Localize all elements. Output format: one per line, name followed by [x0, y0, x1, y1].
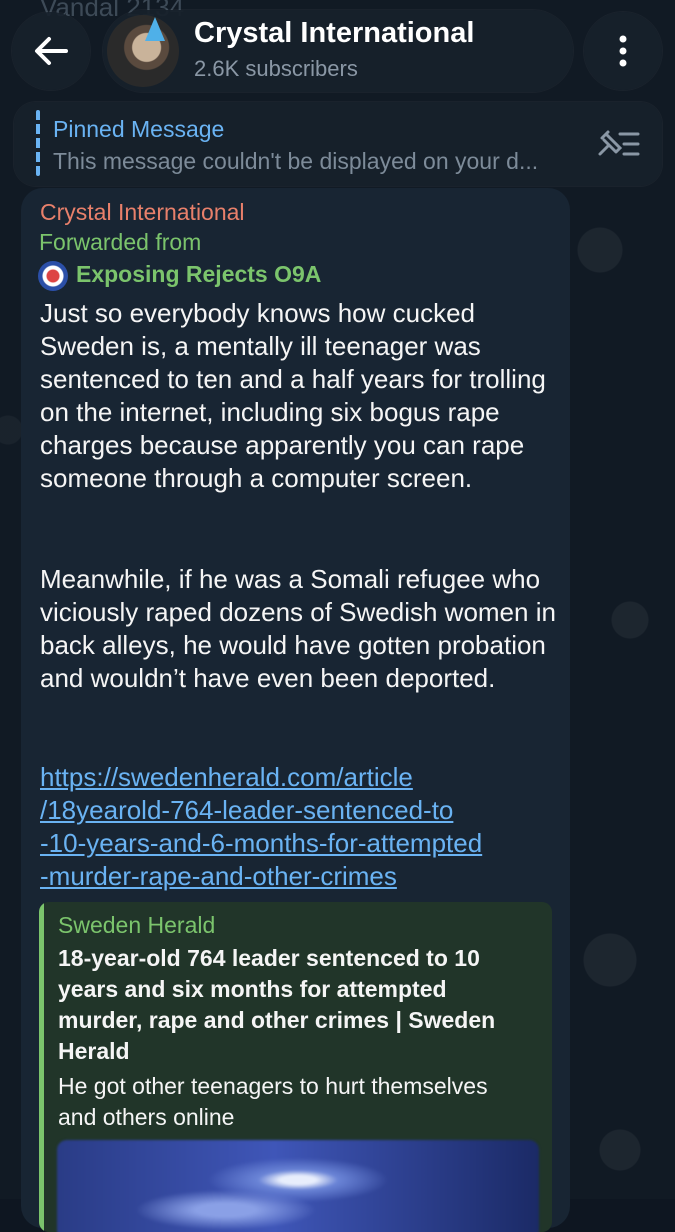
article-link[interactable]: https://swedenherald.com/article /18year…	[40, 761, 560, 893]
preview-title: 18-year-old 764 leader sentenced to 10 y…	[58, 945, 496, 1064]
preview-image[interactable]	[57, 1140, 539, 1232]
sender-name[interactable]: Crystal International	[40, 199, 245, 226]
channel-avatar[interactable]	[107, 15, 179, 87]
preview-description: He got other teenagers to hurt themselve…	[58, 1073, 488, 1130]
subscriber-count: 2.6K subscribers	[194, 56, 358, 81]
party-hat-decoration	[145, 17, 165, 41]
message-paragraph-2: Meanwhile, if he was a Somali refugee wh…	[40, 564, 556, 693]
unpin-list-icon[interactable]	[594, 126, 642, 162]
message-bubble[interactable]: Crystal International Forwarded from Exp…	[21, 188, 570, 1232]
arrow-left-icon	[35, 37, 68, 65]
pinned-message-bar[interactable]: Pinned Message This message couldn't be …	[14, 102, 662, 186]
forwarded-source-avatar[interactable]	[38, 261, 68, 291]
more-options-button[interactable]	[584, 12, 662, 90]
pinned-title: Pinned Message	[53, 116, 225, 142]
preview-site-name: Sweden Herald	[58, 912, 216, 938]
channel-title: Crystal International	[194, 17, 475, 49]
link-preview[interactable]: Sweden Herald 18-year-old 764 leader sen…	[39, 902, 552, 1232]
message-paragraph-1: Just so everybody knows how cucked Swede…	[40, 298, 546, 493]
chat-header[interactable]: Crystal International 2.6K subscribers	[103, 10, 573, 92]
pinned-text: This message couldn't be displayed on yo…	[53, 148, 539, 174]
preview-accent-bar	[39, 902, 44, 1232]
forwarded-label: Forwarded from	[39, 229, 202, 255]
back-button[interactable]	[12, 12, 90, 90]
forwarded-source-name[interactable]: Exposing Rejects O9A	[76, 261, 321, 288]
more-vertical-icon	[619, 35, 627, 67]
pinned-indicator	[36, 110, 40, 176]
